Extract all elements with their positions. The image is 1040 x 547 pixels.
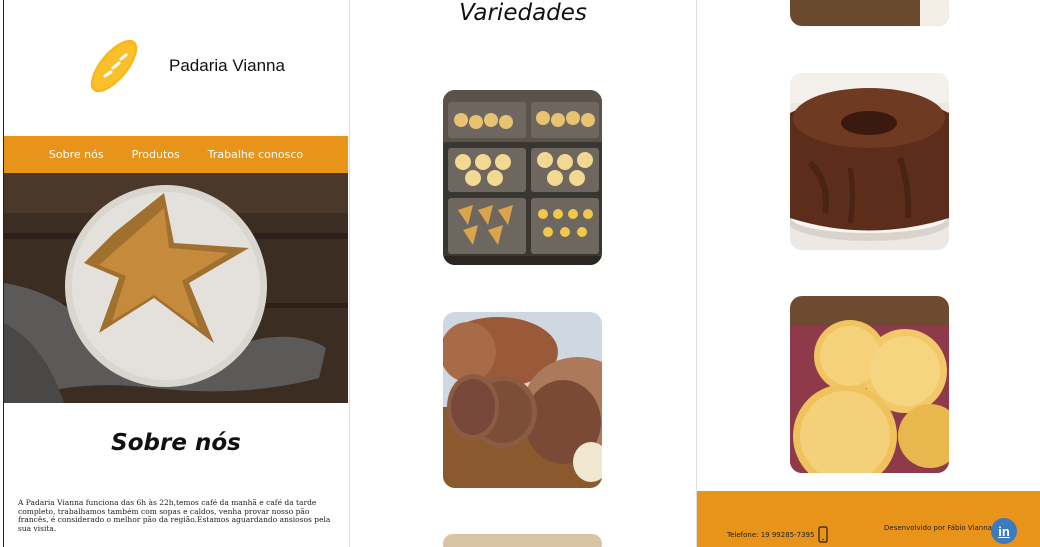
nav-item-products[interactable]: Produtos <box>132 148 180 161</box>
product-image-partial <box>790 0 949 26</box>
footer-phone: Telefone: 19 99285-7395 <box>727 526 829 543</box>
about-text: A Padaria Vianna funciona das 6h às 22h,… <box>18 498 331 533</box>
nav-item-about[interactable]: Sobre nós <box>49 148 104 161</box>
brand-header: Padaria Vianna <box>84 34 285 98</box>
phone-icon <box>818 526 829 543</box>
products-column: Variedades <box>349 0 695 547</box>
main-nav: Sobre nós Produtos Trabalhe conosco <box>4 136 348 173</box>
about-title: Sobre nós <box>111 430 241 456</box>
pastry-display-image <box>443 90 602 265</box>
developer-credit: Desenvolvido por Fábio Vianna <box>884 524 992 532</box>
page-footer: Telefone: 19 99285-7395 Desenvolvido por… <box>697 491 1040 547</box>
cheese-bread-image <box>790 296 949 473</box>
linkedin-icon[interactable]: in <box>991 518 1017 544</box>
rye-bread-image <box>443 312 602 488</box>
chocolate-cake-image <box>790 73 949 250</box>
nav-item-careers[interactable]: Trabalhe conosco <box>208 148 303 161</box>
product-image-partial <box>443 534 602 547</box>
brand-name: Padaria Vianna <box>169 56 285 75</box>
bread-loaf-icon <box>90 39 138 93</box>
gallery-column: Telefone: 19 99285-7395 Desenvolvido por… <box>696 0 1040 547</box>
footer-phone-text: Telefone: 19 99285-7395 <box>727 530 815 539</box>
products-title: Variedades <box>459 0 587 26</box>
rustic-bread-hero-image <box>4 173 348 403</box>
about-column: Padaria Vianna Sobre nós Produtos Trabal… <box>3 0 348 547</box>
